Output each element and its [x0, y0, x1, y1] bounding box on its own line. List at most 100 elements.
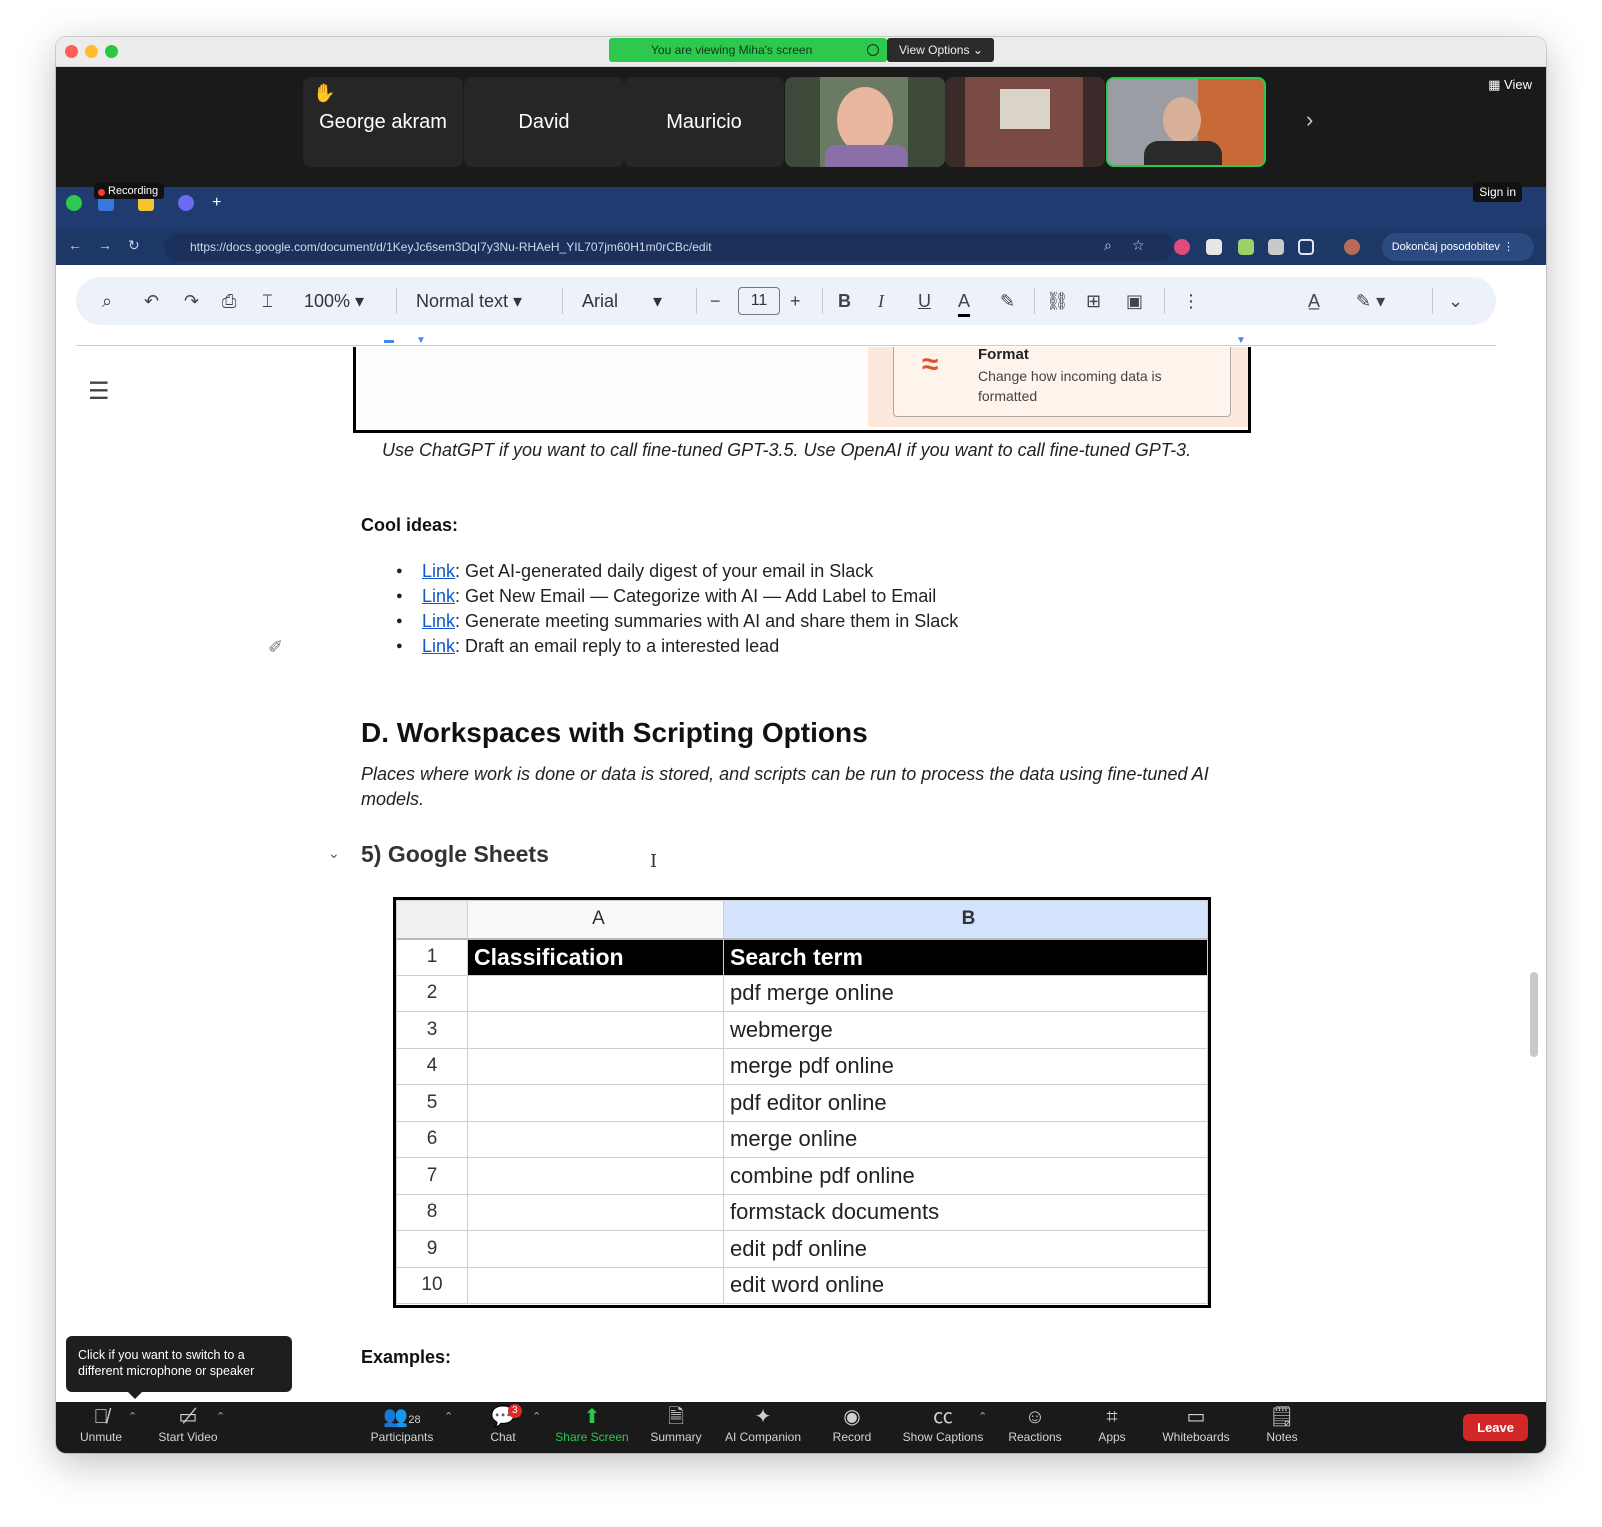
cell-b: edit word online — [723, 1266, 1208, 1304]
collapse-heading-chevron-icon[interactable]: ⌄ — [328, 845, 340, 862]
notes-button[interactable]: 🗒 Notes — [1260, 1402, 1304, 1453]
idea-link[interactable]: Link — [422, 636, 455, 656]
participant-tile[interactable]: David — [464, 77, 624, 167]
collapse-toolbar-chevron-icon[interactable]: ⌄ — [1448, 277, 1463, 325]
underline-button[interactable]: U — [918, 277, 931, 325]
idea-link[interactable]: Link — [422, 611, 455, 631]
camera-extension-icon[interactable] — [1268, 239, 1284, 255]
toolbar-divider — [822, 288, 823, 314]
smiley-icon: ☺ — [1024, 1406, 1046, 1428]
embedded-screenshot-image[interactable]: ≈ Format Change how incoming data is for… — [353, 347, 1251, 433]
close-window-button[interactable] — [65, 45, 78, 58]
profile-avatar[interactable] — [1344, 239, 1360, 255]
new-tab-plus-icon[interactable]: + — [212, 195, 228, 211]
participant-tile[interactable]: ✋ George akram — [303, 77, 463, 167]
url-field[interactable]: https://docs.google.com/document/d/1KeyJ… — [164, 233, 1174, 261]
participant-video-tile-active-speaker[interactable] — [1106, 77, 1266, 167]
finish-update-button[interactable]: Dokončaj posodobitev ⋮ — [1381, 233, 1534, 261]
search-menus-icon[interactable]: ⌕ — [102, 277, 112, 325]
participant-video-tile[interactable] — [945, 77, 1105, 167]
document-outline-icon[interactable]: ☰ — [88, 377, 110, 406]
view-button[interactable]: ▦ View — [1488, 77, 1532, 93]
summary-button[interactable]: 🗎 Summary — [646, 1402, 706, 1453]
more-options-icon[interactable]: ⋮ — [1182, 277, 1200, 325]
spelling-check-icon[interactable]: A̲ — [1308, 277, 1320, 325]
back-arrow-icon[interactable]: ← — [68, 237, 82, 253]
redo-icon[interactable]: ↷ — [184, 277, 199, 325]
participants-caret-icon[interactable]: ⌃ — [444, 1410, 453, 1423]
audio-options-caret-icon[interactable]: ⌃ — [128, 1410, 137, 1423]
list-item: Link: Generate meeting summaries with AI… — [396, 609, 958, 634]
cool-ideas-heading: Cool ideas: — [361, 515, 459, 535]
undo-icon[interactable]: ↶ — [144, 277, 159, 325]
ai-companion-button[interactable]: ✦ AI Companion — [720, 1402, 806, 1453]
table-row: 9 edit pdf online — [396, 1230, 1208, 1268]
list-item: Link: Get New Email — Categorize with AI… — [396, 584, 958, 609]
font-select[interactable]: Arial ▾ — [582, 277, 662, 325]
extension-icon[interactable] — [1238, 239, 1254, 255]
text-color-button[interactable]: A — [958, 277, 971, 317]
cell-a — [467, 1193, 724, 1231]
italic-button[interactable]: I — [878, 277, 884, 325]
reactions-button[interactable]: ☺ Reactions — [1002, 1402, 1068, 1453]
cell-a — [467, 1120, 724, 1158]
highlight-pen-icon[interactable]: ✎ — [1000, 277, 1015, 325]
leave-meeting-button[interactable]: Leave — [1463, 1414, 1528, 1441]
cell-b: formstack documents — [723, 1193, 1208, 1231]
status-circle-icon — [867, 44, 879, 56]
print-icon[interactable]: ⎙ — [222, 277, 236, 325]
zoom-select[interactable]: 100% ▾ — [304, 277, 364, 325]
insert-link-icon[interactable]: ⛓ — [1046, 277, 1069, 325]
extension-icon[interactable] — [1174, 239, 1190, 255]
participants-button[interactable]: 👥28 Participants — [364, 1402, 440, 1453]
chat-label: Chat — [490, 1430, 516, 1444]
next-page-chevron-icon[interactable]: › — [1306, 107, 1313, 133]
paint-format-icon[interactable]: ⌶ — [262, 277, 273, 325]
apps-button[interactable]: ⌗ Apps — [1090, 1402, 1134, 1453]
smart-compose-pen-icon[interactable]: ✐ — [268, 637, 283, 658]
participant-video-tile[interactable] — [785, 77, 945, 167]
unmute-button[interactable]: 🎙̸ Unmute — [66, 1402, 136, 1453]
toolbar-divider — [562, 288, 563, 314]
video-options-caret-icon[interactable]: ⌃ — [216, 1410, 225, 1423]
vpn-tab-icon[interactable] — [178, 195, 194, 211]
insert-image-icon[interactable]: ▣ — [1126, 277, 1143, 325]
vertical-scrollbar[interactable] — [1530, 972, 1538, 1057]
captions-caret-icon[interactable]: ⌃ — [978, 1410, 987, 1423]
zoom-window-button[interactable] — [105, 45, 118, 58]
section-subtitle: Places where work is done or data is sto… — [361, 764, 1209, 809]
view-options-button[interactable]: View Options ⌄ — [887, 38, 994, 62]
idea-link[interactable]: Link — [422, 561, 455, 581]
header-cell-classification: Classification — [467, 938, 724, 976]
decrease-font-size-icon[interactable]: − — [710, 277, 721, 325]
zoom-value: 100% — [304, 291, 351, 311]
list-item: Link: Get AI-generated daily digest of y… — [396, 559, 958, 584]
share-screen-button[interactable]: ⬆ Share Screen — [550, 1402, 634, 1453]
toolbar-divider — [696, 288, 697, 314]
participant-tile[interactable]: Mauricio — [624, 77, 784, 167]
increase-font-size-icon[interactable]: + — [790, 277, 801, 325]
extension-icon[interactable] — [1206, 239, 1222, 255]
sign-in-button[interactable]: Sign in — [1473, 182, 1522, 202]
paragraph-style-select[interactable]: Normal text ▾ — [416, 277, 522, 325]
editing-mode-pencil-icon[interactable]: ✎ ▾ — [1356, 277, 1385, 325]
participant-video — [837, 87, 893, 153]
chat-caret-icon[interactable]: ⌃ — [532, 1410, 541, 1423]
zoom-magnifier-icon[interactable]: ⌕ — [1104, 237, 1112, 254]
meeting-controls-bar: 🎙̸ Unmute ⌃ ▭̸ Start Video ⌃ 👥28 Participan… — [56, 1402, 1546, 1453]
viewing-banner: You are viewing Miha's screen — [609, 38, 887, 62]
bookmark-star-icon[interactable]: ☆ — [1132, 237, 1145, 254]
table-row: 1 Classification Search term — [396, 938, 1208, 976]
record-button[interactable]: ◉ Record — [824, 1402, 880, 1453]
sheet-screenshot[interactable]: A B 1 Classification Search term 2 pdf me… — [393, 897, 1211, 1308]
add-comment-icon[interactable]: ⊞ — [1086, 277, 1101, 325]
font-size-input[interactable]: 11 — [738, 287, 780, 315]
extensions-puzzle-icon[interactable] — [1298, 239, 1314, 255]
forward-arrow-icon[interactable]: → — [98, 237, 112, 253]
whiteboards-button[interactable]: ▭ Whiteboards — [1156, 1402, 1236, 1453]
bold-button[interactable]: B — [838, 277, 851, 325]
idea-link[interactable]: Link — [422, 586, 455, 606]
show-captions-button[interactable]: ㏄ Show Captions — [898, 1402, 988, 1453]
minimize-window-button[interactable] — [85, 45, 98, 58]
reload-icon[interactable]: ↻ — [128, 237, 140, 254]
